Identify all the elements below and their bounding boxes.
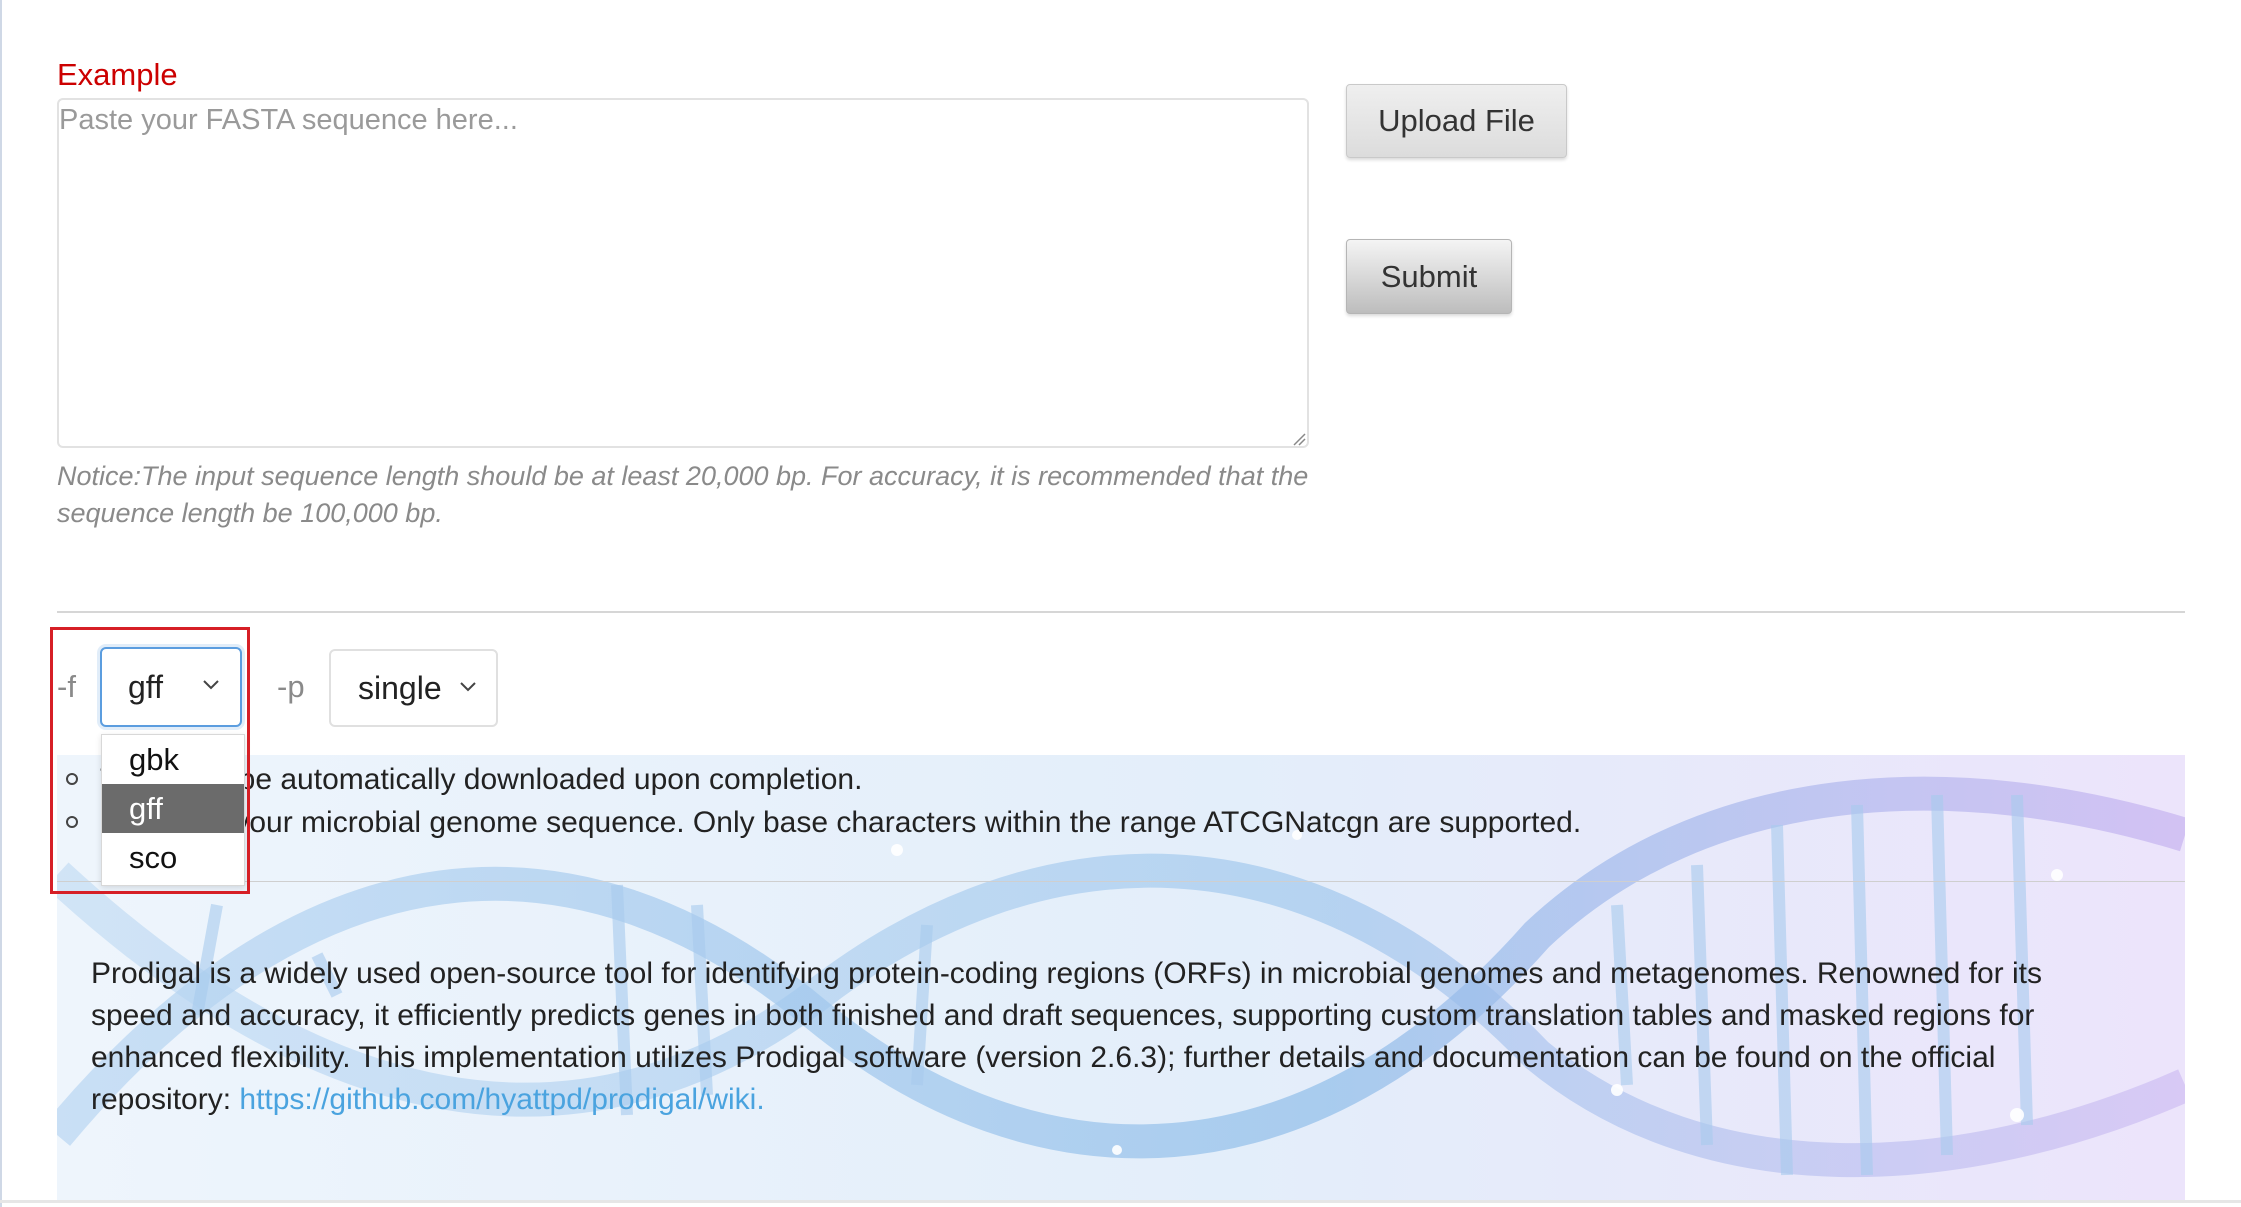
submit-button[interactable]: Submit [1346, 239, 1512, 314]
divider [57, 881, 2185, 882]
description-paragraph: Prodigal is a widely used open-source to… [91, 957, 2042, 1116]
highlight-box [50, 627, 250, 894]
bottom-border [0, 1200, 2241, 1203]
fasta-input[interactable] [57, 98, 1309, 448]
procedure-select[interactable]: single [329, 649, 498, 727]
p-option-label: -p [277, 669, 305, 704]
resize-handle-icon[interactable] [1292, 432, 1306, 446]
upload-file-button[interactable]: Upload File [1346, 84, 1567, 158]
left-border [0, 0, 2, 1207]
example-link[interactable]: Example [57, 57, 178, 93]
procedure-select-value: single [358, 669, 442, 706]
divider [57, 611, 2185, 613]
list-item: Pr your microbial genome sequence. Only … [66, 806, 1581, 840]
chevron-down-icon [460, 682, 476, 692]
notice-line-2: sequence length be 100,000 bp. [57, 498, 443, 528]
prodigal-wiki-link[interactable]: https://github.com/hyattpd/prodigal/wiki… [239, 1083, 764, 1116]
notice-line-1: Notice:The input sequence length should … [57, 461, 1309, 491]
notice-text: Notice:The input sequence length should … [57, 458, 1317, 532]
